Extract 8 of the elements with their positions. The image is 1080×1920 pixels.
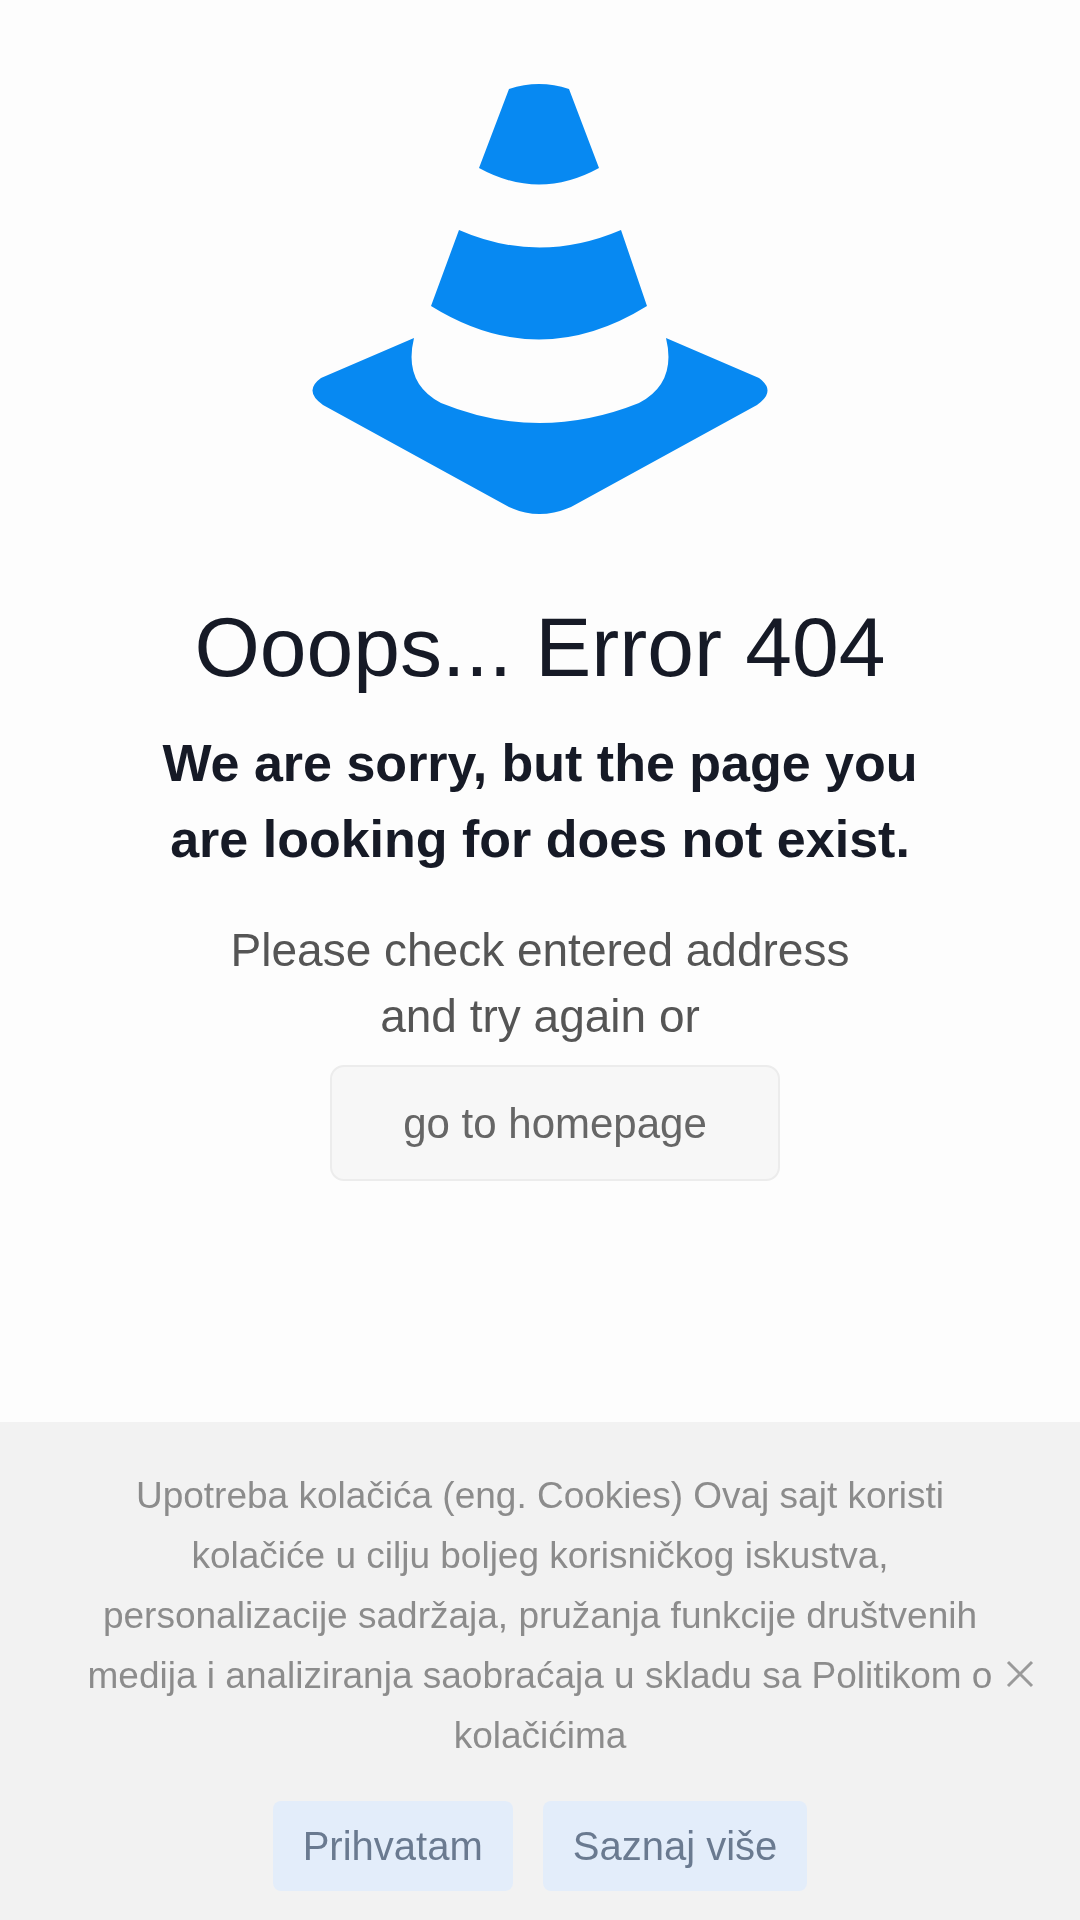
error-subtitle: We are sorry, but the page you are looking for does not exist. — [161, 733, 919, 870]
cookie-button[interactable]: Prihvatam — [272, 1801, 513, 1891]
homepage-button[interactable]: go to homepage — [330, 1065, 780, 1181]
cookie-button[interactable]: Saznaj više — [542, 1801, 808, 1891]
error-message: Please check entered address and try again or — [229, 923, 851, 1044]
close-icon[interactable] — [1004, 1658, 1036, 1690]
cookie-notice: Upotreba kolačića (eng. Cookies) Ovaj sajt koristi kolačiće u cilju boljeg korisničkog iskustva, personalizacije sadržaja, pružanja funkcije društvenih medija i analiziranja saobraćaja u skladu sa Politikom o kolačićima — [86, 1474, 994, 1758]
error-title: Ooops... Error 404 — [194, 599, 886, 696]
